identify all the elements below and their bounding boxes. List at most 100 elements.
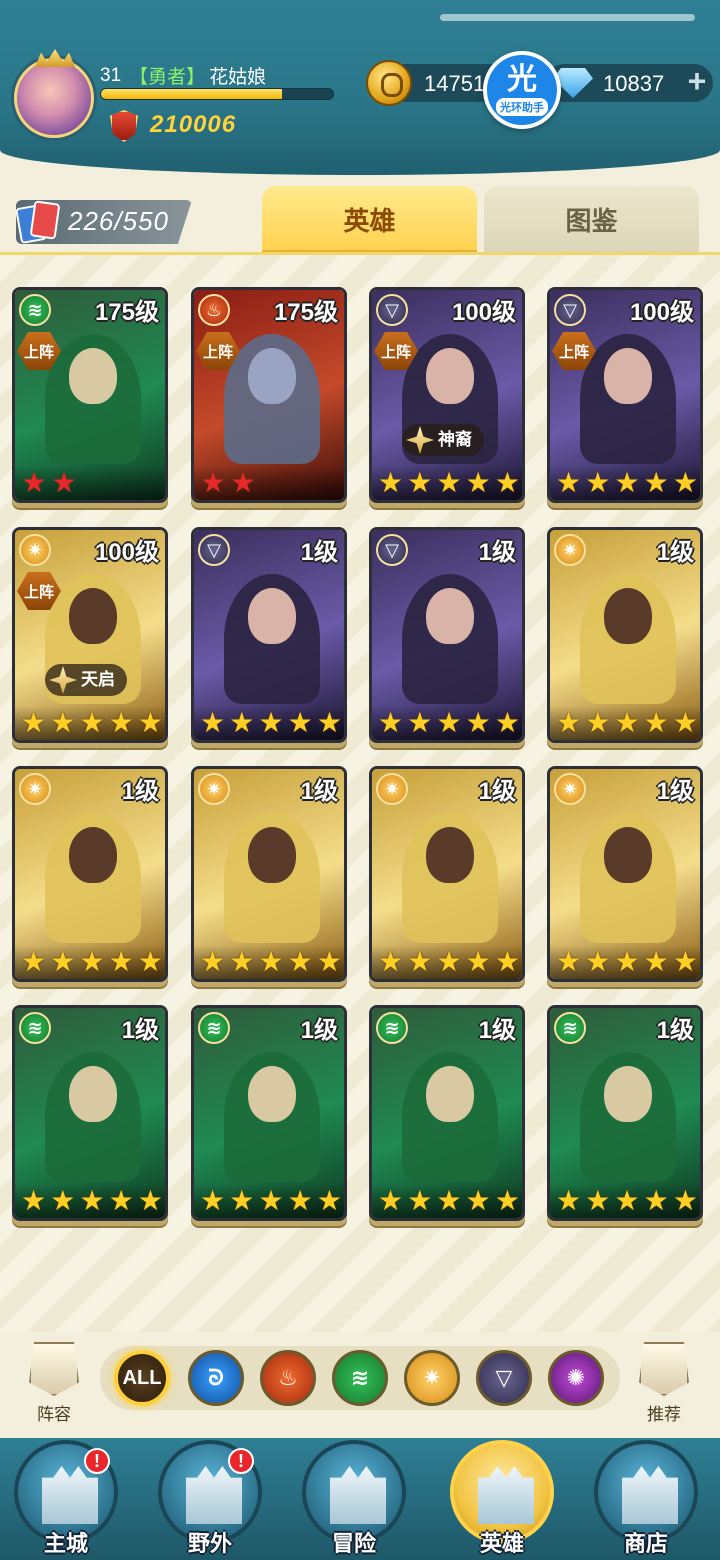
star-icon: ★ — [316, 707, 342, 738]
hero-level: 100级 — [629, 299, 694, 326]
hero-card[interactable]: ▽ 100级 上阵 神裔 ★ ★ ★ ★ ★ — [369, 287, 525, 503]
star-icon: ★ — [229, 707, 255, 738]
hero-card[interactable]: ✷ 1级 ★ ★ ★ ★ ★ — [369, 766, 525, 982]
star-icon: ★ — [137, 1185, 163, 1216]
star-icon: ★ — [436, 1185, 462, 1216]
lineup-button[interactable]: 阵容 — [14, 1342, 94, 1425]
hero-face — [604, 827, 652, 883]
hero-level: 1级 — [121, 778, 159, 805]
filter-all-button[interactable]: ALL — [114, 1350, 170, 1406]
star-icon: ★ — [316, 946, 342, 977]
star-rating: ★ ★ — [194, 466, 344, 500]
gem-display[interactable]: 10837 + — [545, 64, 713, 102]
star-icon: ★ — [229, 1185, 255, 1216]
nav-field[interactable]: ! 野外 — [154, 1440, 266, 1560]
star-icon: ★ — [672, 467, 698, 498]
gem-amount: 10837 — [603, 71, 665, 96]
star-icon: ★ — [614, 946, 640, 977]
gold-amount: 14751 — [424, 71, 486, 96]
hero-card[interactable]: ✷ 1级 ★ ★ ★ ★ ★ — [191, 766, 347, 982]
player-level: 31 — [100, 64, 122, 86]
star-icon: ★ — [108, 1185, 134, 1216]
filter-fire-icon[interactable]: ♨ — [260, 1350, 316, 1406]
player-avatar[interactable] — [14, 58, 94, 138]
star-icon: ★ — [465, 1185, 491, 1216]
tab-codex[interactable]: 图鉴 — [484, 186, 699, 252]
star-icon: ★ — [585, 707, 611, 738]
tab-heroes[interactable]: 英雄 — [262, 186, 477, 252]
star-rating: ★ ★ ★ ★ ★ — [372, 706, 522, 740]
star-icon: ★ — [137, 707, 163, 738]
star-rating: ★ ★ ★ ★ ★ — [194, 1184, 344, 1218]
drag-handle[interactable] — [440, 14, 695, 21]
hero-card[interactable]: ≋ 1级 ★ ★ ★ ★ ★ — [369, 1005, 525, 1221]
hero-card[interactable]: ≋ 175级 上阵 ★ ★ — [12, 287, 168, 503]
wind-faction-icon: ≋ — [19, 294, 51, 326]
filter-water-icon[interactable]: ᘐ — [188, 1350, 244, 1406]
star-rating: ★ ★ ★ ★ ★ — [372, 1184, 522, 1218]
star-icon: ★ — [378, 467, 404, 498]
star-rating: ★ ★ ★ ★ ★ — [372, 945, 522, 979]
light-faction-icon: ✷ — [554, 773, 586, 805]
star-icon: ★ — [436, 946, 462, 977]
hero-card[interactable]: ≋ 1级 ★ ★ ★ ★ ★ — [191, 1005, 347, 1221]
star-icon: ★ — [79, 707, 105, 738]
helper-label: 光环助手 — [496, 98, 548, 116]
hero-level: 1级 — [656, 539, 694, 566]
hero-face — [248, 588, 296, 644]
lineup-icon — [29, 1342, 79, 1396]
helper-overlay-button[interactable]: 光 光环助手 — [483, 51, 561, 129]
star-icon: ★ — [494, 707, 520, 738]
hero-face — [69, 1066, 117, 1122]
hero-level: 1级 — [300, 539, 338, 566]
star-rating: ★ ★ ★ ★ ★ — [15, 945, 165, 979]
star-icon: ★ — [465, 707, 491, 738]
star-icon: ★ — [378, 946, 404, 977]
dark-faction-icon: ▽ — [198, 534, 230, 566]
filter-dark-icon[interactable]: ▽ — [476, 1350, 532, 1406]
light-faction-icon: ✷ — [19, 534, 51, 566]
dark-faction-icon: ▽ — [554, 294, 586, 326]
light-faction-icon: ✷ — [554, 534, 586, 566]
star-icon: ★ — [108, 946, 134, 977]
hero-face — [426, 827, 474, 883]
star-icon: ★ — [258, 1185, 284, 1216]
hero-card[interactable]: ✷ 100级 上阵 天启 ★ ★ ★ ★ ★ — [12, 527, 168, 743]
hero-card[interactable]: ✷ 1级 ★ ★ ★ ★ ★ — [12, 766, 168, 982]
filter-wind-icon[interactable]: ≋ — [332, 1350, 388, 1406]
nav-shop[interactable]: 商店 — [590, 1440, 702, 1560]
nav-main-city[interactable]: ! 主城 — [10, 1440, 122, 1560]
star-icon: ★ — [230, 467, 256, 498]
hero-card[interactable]: ▽ 1级 ★ ★ ★ ★ ★ — [191, 527, 347, 743]
star-icon: ★ — [287, 707, 313, 738]
hero-card[interactable]: ≋ 1级 ★ ★ ★ ★ ★ — [12, 1005, 168, 1221]
star-rating: ★ ★ ★ ★ ★ — [194, 706, 344, 740]
star-icon: ★ — [643, 946, 669, 977]
dark-faction-icon: ▽ — [376, 534, 408, 566]
nav-adventure[interactable]: 冒险 — [298, 1440, 410, 1560]
star-icon: ★ — [229, 946, 255, 977]
star-icon: ★ — [200, 946, 226, 977]
hero-card[interactable]: ▽ 1级 ★ ★ ★ ★ ★ — [369, 527, 525, 743]
add-gems-button[interactable]: + — [681, 65, 713, 98]
star-rating: ★ ★ ★ ★ ★ — [15, 706, 165, 740]
nav-heroes[interactable]: 英雄 — [446, 1440, 558, 1560]
hero-card[interactable]: ✷ 1级 ★ ★ ★ ★ ★ — [547, 766, 703, 982]
hero-face — [426, 348, 474, 404]
nav-label-adventure: 冒险 — [331, 1531, 376, 1556]
hero-level: 1级 — [300, 778, 338, 805]
recommend-button[interactable]: 推荐 — [624, 1342, 704, 1425]
hero-level: 100级 — [451, 299, 516, 326]
star-icon: ★ — [407, 1185, 433, 1216]
hero-level: 100级 — [94, 539, 159, 566]
light-faction-icon: ✷ — [198, 773, 230, 805]
filter-light-icon[interactable]: ✷ — [404, 1350, 460, 1406]
hero-card[interactable]: ≋ 1级 ★ ★ ★ ★ ★ — [547, 1005, 703, 1221]
star-rating: ★ ★ ★ ★ ★ — [550, 706, 700, 740]
hero-card[interactable]: ✷ 1级 ★ ★ ★ ★ ★ — [547, 527, 703, 743]
filter-void-icon[interactable]: ✺ — [548, 1350, 604, 1406]
nav-label-heroes: 英雄 — [479, 1531, 524, 1556]
star-icon: ★ — [672, 1185, 698, 1216]
hero-card[interactable]: ♨ 175级 上阵 ★ ★ — [191, 287, 347, 503]
hero-card[interactable]: ▽ 100级 上阵 ★ ★ ★ ★ ★ — [547, 287, 703, 503]
